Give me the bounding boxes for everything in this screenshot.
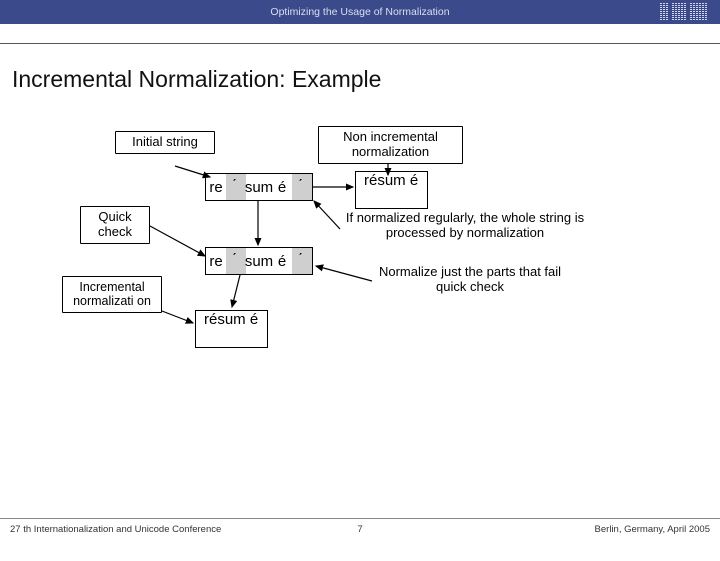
label-initial-string: Initial string [115,131,215,154]
ibm-logo [660,3,710,21]
label-quick-check: Quick check [80,206,150,244]
seq-cell: sum [246,174,272,200]
note-regular: If normalized regularly, the whole strin… [335,211,595,241]
slide-footer: 27 th Internationalization and Unicode C… [0,518,720,540]
footer-page-number: 7 [357,524,362,535]
header-underbar [0,24,720,44]
seq-cell: re [206,174,226,200]
seq-cell: ́ [226,174,246,200]
seq-cell: é [272,248,292,274]
seq-cell: ́ [292,174,312,200]
diagram-area: Initial string Non incremental normaliza… [0,101,720,481]
seq-cell: ́ [226,248,246,274]
footer-left: 27 th Internationalization and Unicode C… [10,524,221,535]
header-title: Optimizing the Usage of Normalization [270,6,449,18]
seq-cell: é [272,174,292,200]
seq-cell: ́ [292,248,312,274]
label-non-incremental: Non incremental normalization [318,126,463,164]
slide-title: Incremental Normalization: Example [0,44,720,101]
seq-cell: sum [246,248,272,274]
slide-header: Optimizing the Usage of Normalization [0,0,720,24]
footer-right: Berlin, Germany, April 2005 [595,524,710,535]
note-just-parts: Normalize just the parts that fail quick… [370,265,570,295]
sequence-initial: re ́ sum é ́ [205,173,313,201]
sequence-after-quick-check: re ́ sum é ́ [205,247,313,275]
arrows-layer [0,101,720,561]
label-incremental-normalization: Incremental normalizati on [62,276,162,313]
result-non-incremental: résum é [355,171,428,209]
seq-cell: re [206,248,226,274]
result-incremental: résum é [195,310,268,348]
